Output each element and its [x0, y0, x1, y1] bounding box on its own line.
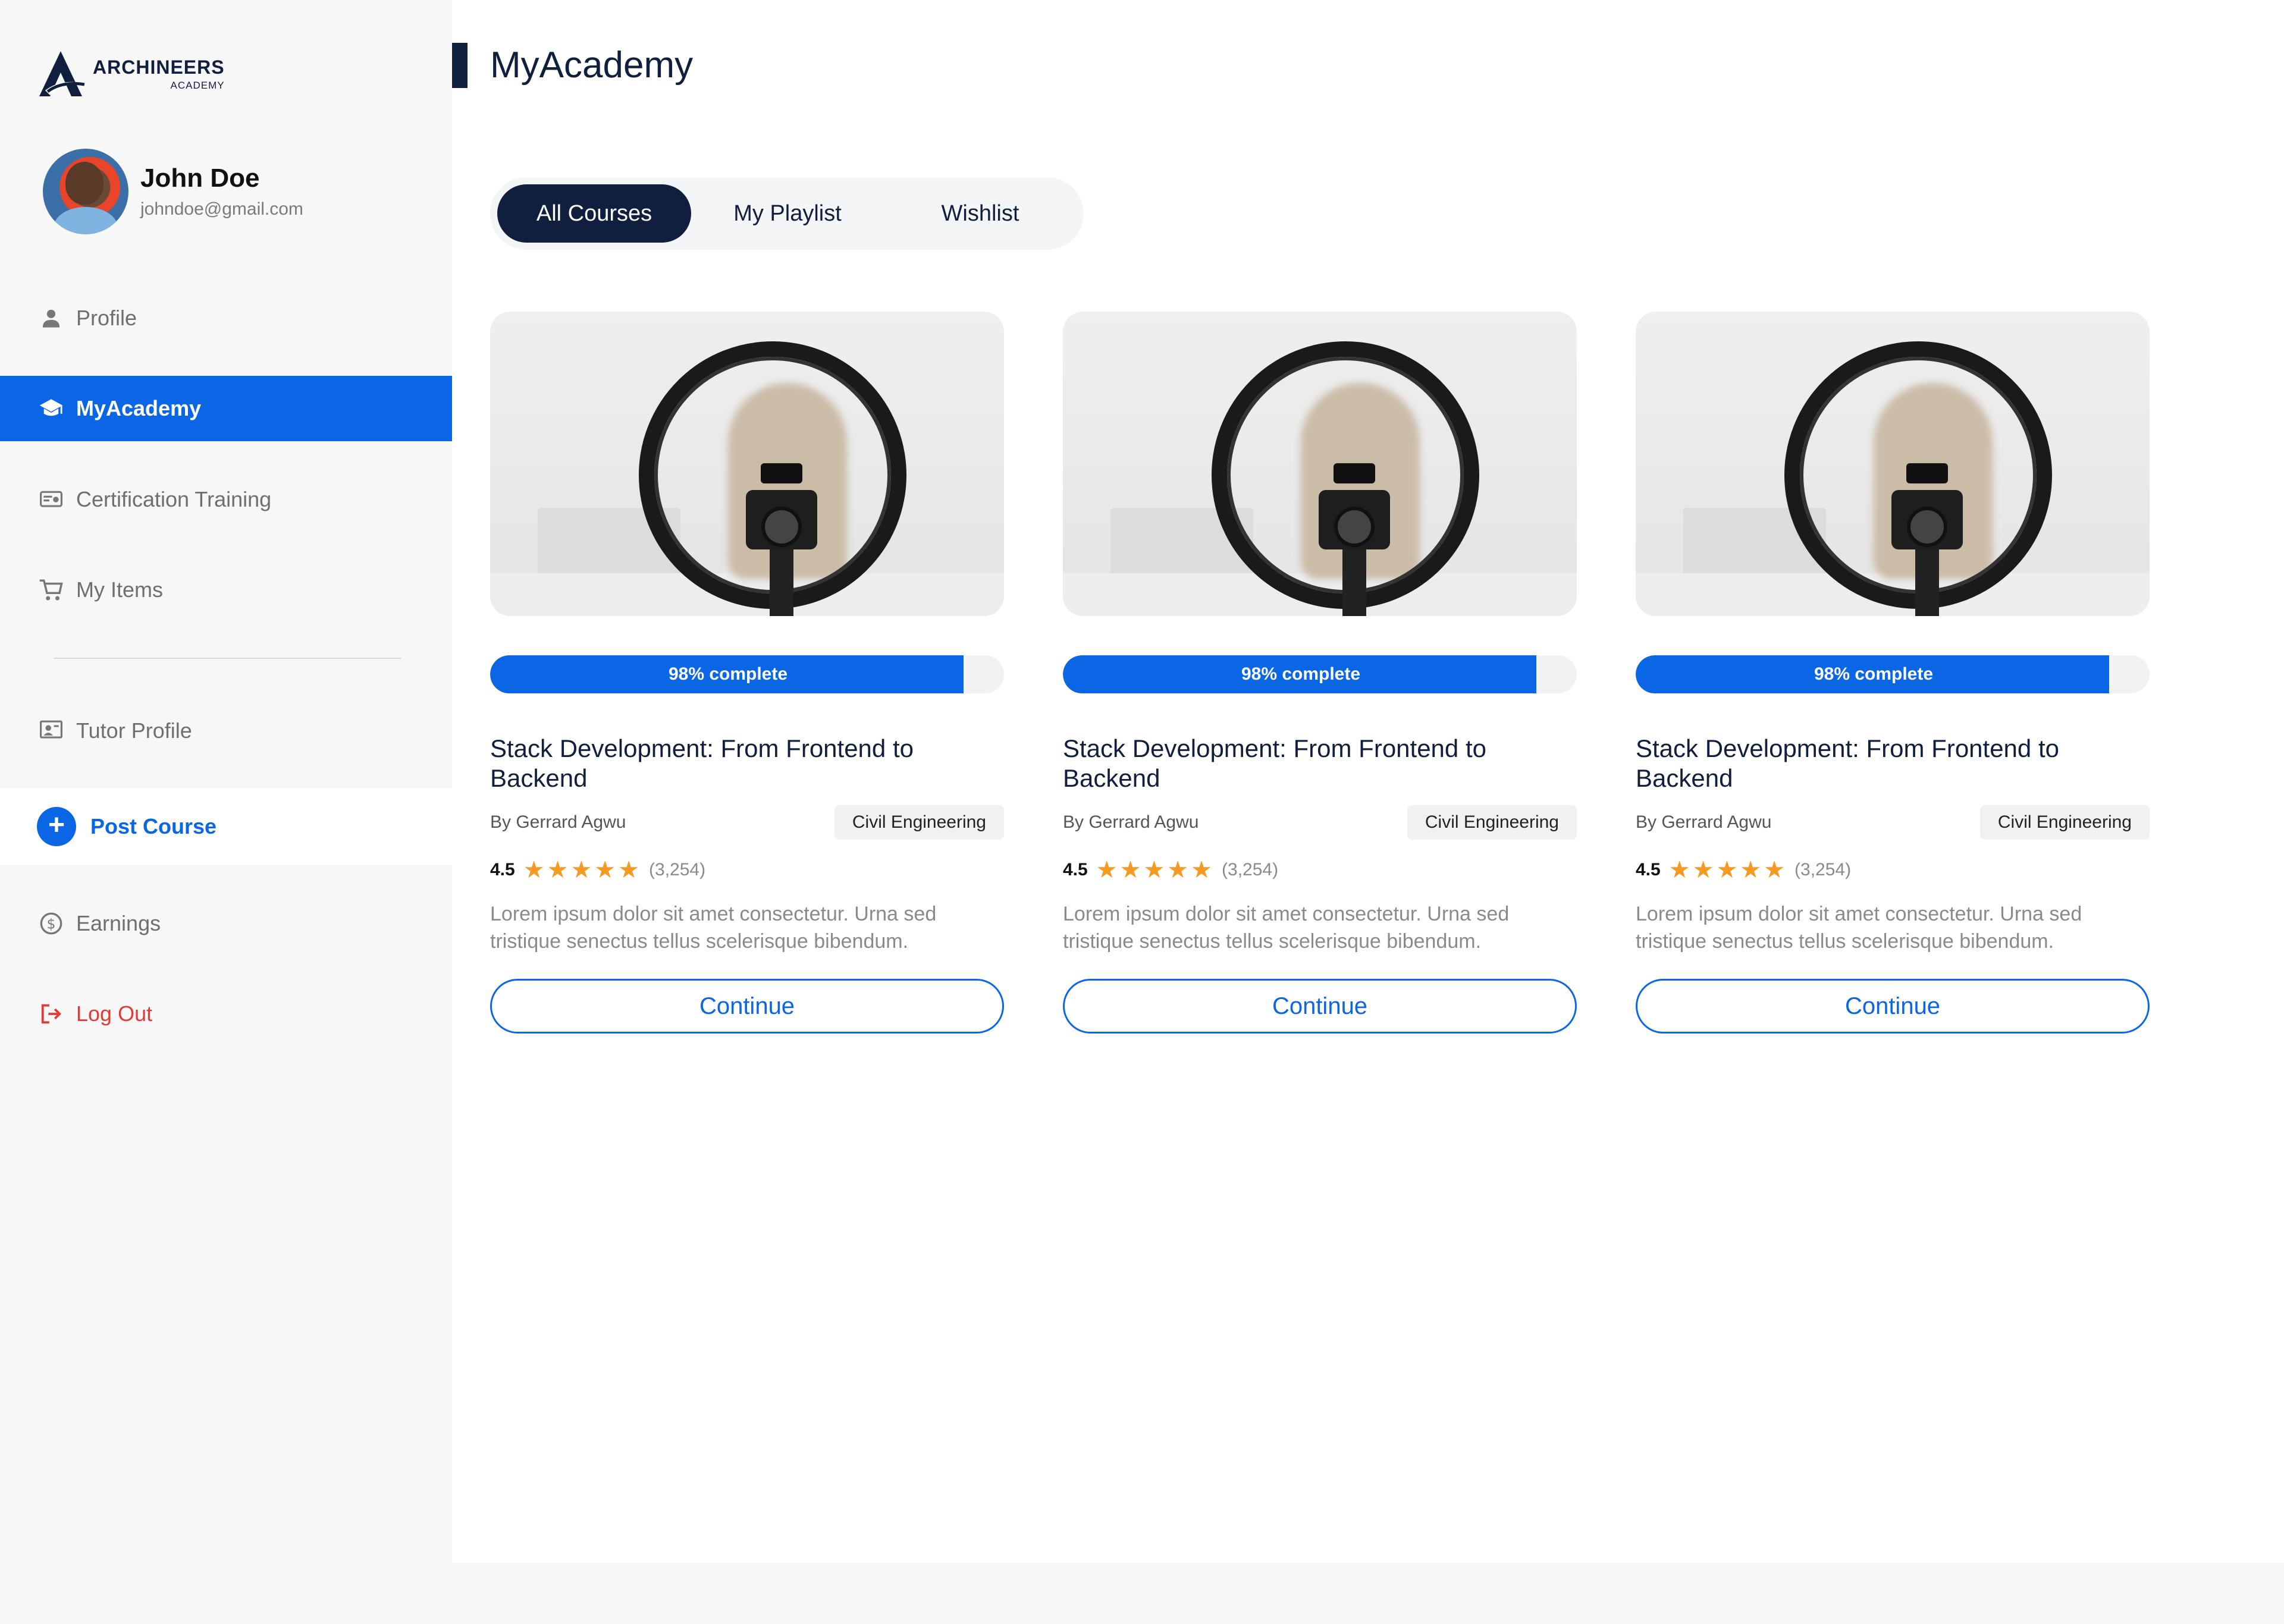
star-icon: ★ — [1692, 857, 1714, 883]
progress-label: 98% complete — [1241, 664, 1361, 684]
star-icon: ★ — [594, 857, 616, 883]
rating-value: 4.5 — [1636, 860, 1661, 879]
certificate-icon — [38, 486, 64, 513]
title-accent-bar — [452, 43, 468, 88]
star-icon: ★ — [547, 857, 569, 883]
tab-all-courses[interactable]: All Courses — [497, 184, 691, 243]
archineers-logo-icon — [39, 51, 85, 96]
sidebar-item-label: My Items — [76, 577, 164, 602]
course-rating: 4.5 ★ ★ ★ ★ ★ (3,254) — [490, 856, 1004, 884]
rating-value: 4.5 — [490, 860, 515, 879]
star-icon: ★ — [1716, 857, 1738, 883]
category-badge: Civil Engineering — [834, 805, 1004, 840]
course-thumbnail[interactable] — [1636, 312, 2150, 616]
sidebar: ARCHINEERS ACADEMY John Doe johndoe@gmai… — [0, 0, 452, 1624]
continue-button[interactable]: Continue — [1063, 979, 1577, 1034]
star-icon: ★ — [1143, 857, 1165, 883]
post-course-button[interactable]: + Post Course — [0, 788, 452, 865]
tab-wishlist[interactable]: Wishlist — [884, 184, 1077, 243]
brand-logo[interactable]: ARCHINEERS ACADEMY — [37, 49, 225, 99]
star-icon: ★ — [1740, 857, 1762, 883]
rating-value: 4.5 — [1063, 860, 1088, 879]
star-icon: ★ — [1167, 857, 1189, 883]
avatar — [43, 149, 128, 234]
dollar-circle-icon: $ — [38, 910, 64, 937]
progress-bar: 98% complete — [1063, 655, 1577, 693]
rating-count: (3,254) — [1222, 860, 1279, 879]
brand-sub: ACADEMY — [170, 79, 225, 91]
user-card: John Doe johndoe@gmail.com — [43, 149, 303, 234]
sidebar-item-tutor-profile[interactable]: Tutor Profile — [0, 698, 452, 764]
tutor-board-icon — [38, 718, 64, 744]
course-description: Lorem ipsum dolor sit amet consectetur. … — [490, 903, 937, 953]
tab-my-playlist[interactable]: My Playlist — [691, 184, 884, 243]
continue-button[interactable]: Continue — [490, 979, 1004, 1034]
sidebar-item-label: Earnings — [76, 911, 161, 935]
sidebar-item-myacademy[interactable]: MyAcademy — [0, 376, 452, 441]
plus-circle-icon: + — [37, 807, 76, 846]
category-badge: Civil Engineering — [1979, 805, 2150, 840]
course-card: 98% complete Stack Development: From Fro… — [1063, 312, 1577, 1034]
star-icon: ★ — [523, 857, 545, 883]
sidebar-item-label: Tutor Profile — [76, 718, 192, 743]
progress-bar: 98% complete — [1636, 655, 2150, 693]
star-icon: ★ — [1668, 857, 1690, 883]
course-card: 98% complete Stack Development: From Fro… — [490, 312, 1004, 1034]
course-title[interactable]: Stack Development: From Frontend to Back… — [1063, 734, 1577, 794]
star-icon: ★ — [570, 857, 592, 883]
brand-name: ARCHINEERS — [93, 56, 225, 78]
course-author: By Gerrard Agwu — [490, 812, 626, 832]
course-description: Lorem ipsum dolor sit amet consectetur. … — [1063, 903, 1510, 953]
continue-button[interactable]: Continue — [1636, 979, 2150, 1034]
progress-bar: 98% complete — [490, 655, 1004, 693]
course-rating: 4.5 ★ ★ ★ ★ ★ (3,254) — [1636, 856, 2150, 884]
sidebar-item-profile[interactable]: Profile — [0, 285, 452, 351]
course-title[interactable]: Stack Development: From Frontend to Back… — [490, 734, 1004, 794]
user-name: John Doe — [140, 164, 260, 193]
star-icon: ★ — [1764, 857, 1786, 883]
course-author: By Gerrard Agwu — [1063, 812, 1199, 832]
sidebar-divider — [54, 658, 401, 659]
category-badge: Civil Engineering — [1407, 805, 1577, 840]
sidebar-item-label: Post Course — [90, 814, 217, 838]
main-content: MyAcademy All Courses My Playlist Wishli… — [452, 0, 2284, 1563]
rating-count: (3,254) — [1794, 860, 1852, 879]
star-icon: ★ — [618, 857, 640, 883]
course-rating: 4.5 ★ ★ ★ ★ ★ (3,254) — [1063, 856, 1577, 884]
sidebar-item-label: Log Out — [76, 1001, 153, 1026]
sidebar-item-earnings[interactable]: $ Earnings — [0, 891, 452, 956]
star-icon: ★ — [1096, 857, 1118, 883]
rating-count: (3,254) — [649, 860, 706, 879]
page-title: MyAcademy — [490, 45, 694, 86]
course-tabs: All Courses My Playlist Wishlist — [490, 177, 1084, 250]
graduation-cap-icon — [38, 395, 64, 422]
course-card: 98% complete Stack Development: From Fro… — [1636, 312, 2150, 1034]
course-description: Lorem ipsum dolor sit amet consectetur. … — [1636, 903, 2082, 953]
course-thumbnail[interactable] — [1063, 312, 1577, 616]
person-icon — [38, 305, 64, 331]
sidebar-item-my-items[interactable]: My Items — [0, 557, 452, 623]
svg-text:$: $ — [47, 915, 56, 932]
logout-button[interactable]: Log Out — [0, 981, 452, 1047]
course-title[interactable]: Stack Development: From Frontend to Back… — [1636, 734, 2150, 794]
sidebar-item-label: MyAcademy — [76, 396, 202, 420]
progress-label: 98% complete — [1814, 664, 1934, 684]
cart-icon — [38, 577, 64, 603]
user-email: johndoe@gmail.com — [140, 199, 303, 219]
star-icon: ★ — [1191, 857, 1213, 883]
star-icon: ★ — [1119, 857, 1141, 883]
progress-label: 98% complete — [668, 664, 788, 684]
course-author: By Gerrard Agwu — [1636, 812, 1772, 832]
logout-icon — [38, 1001, 64, 1027]
course-thumbnail[interactable] — [490, 312, 1004, 616]
sidebar-item-label: Profile — [76, 306, 137, 330]
sidebar-item-certification-training[interactable]: Certification Training — [0, 467, 452, 532]
sidebar-item-label: Certification Training — [76, 487, 272, 511]
